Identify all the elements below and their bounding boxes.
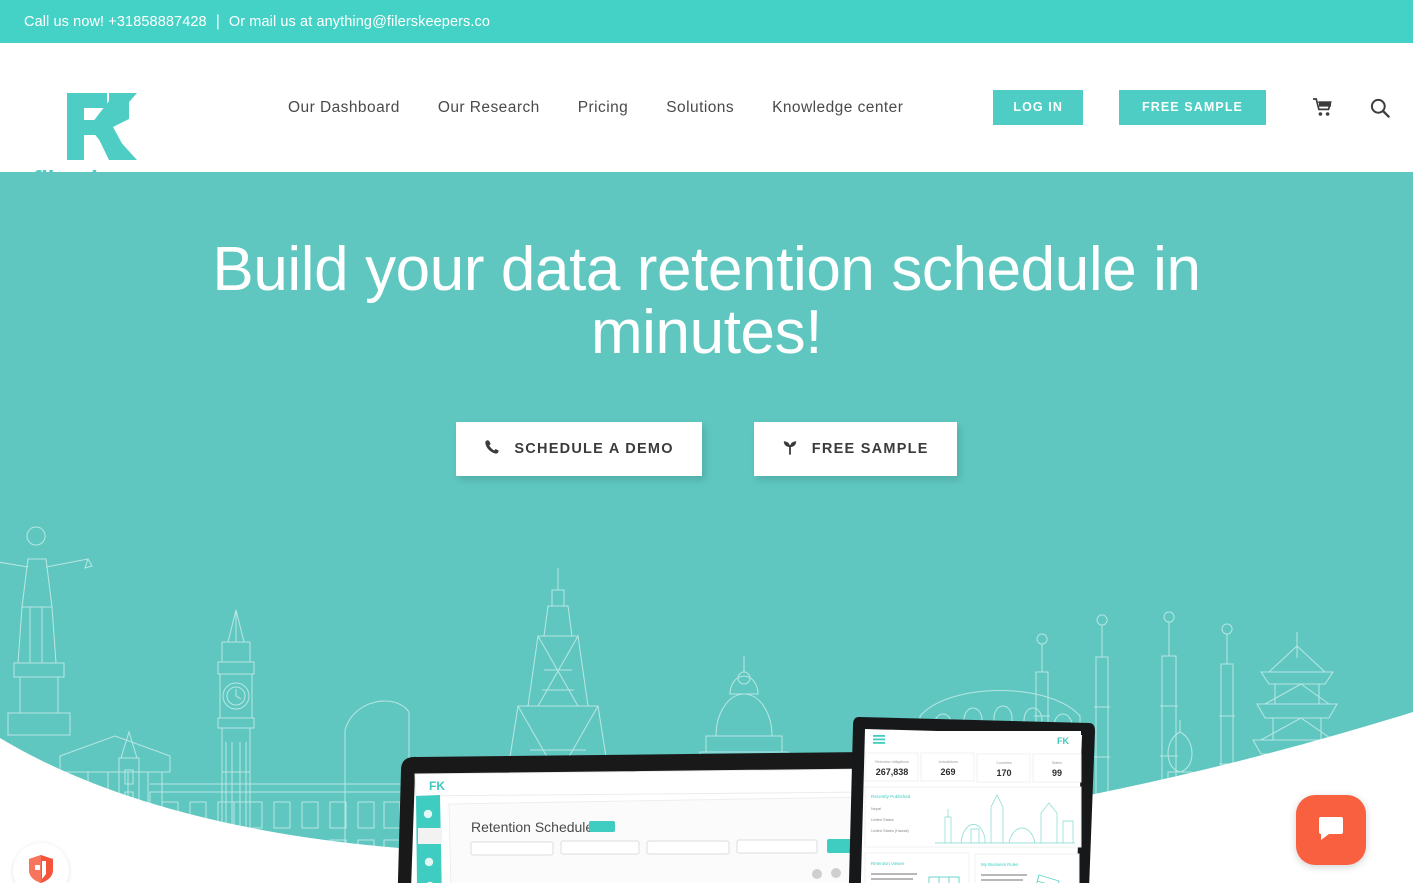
nav-item-solutions[interactable]: Solutions	[666, 99, 734, 117]
hero-content: Build your data retention schedule in mi…	[0, 172, 1413, 476]
shield-badge-icon	[28, 854, 54, 883]
cart-icon[interactable]	[1308, 93, 1338, 123]
tablet-device-mockup: FK Retention obligations Jurisdictions C…	[845, 717, 1095, 883]
svg-text:Retention Viewer: Retention Viewer	[871, 861, 905, 866]
topbar-separator: |	[215, 12, 220, 30]
trust-badge[interactable]	[13, 843, 69, 883]
svg-text:My Business Rules: My Business Rules	[981, 862, 1019, 867]
svg-text:United States (Hawaii): United States (Hawaii)	[871, 829, 910, 833]
contact-phone-text[interactable]: Call us now! +31858887428	[24, 14, 207, 30]
schedule-demo-label: SCHEDULE A DEMO	[514, 440, 674, 457]
nav-item-our-dashboard[interactable]: Our Dashboard	[288, 99, 400, 117]
seedling-icon	[782, 439, 798, 459]
chat-widget-button[interactable]	[1296, 795, 1366, 865]
laptop-device-mockup: FK Retention Schedule	[393, 752, 933, 883]
svg-text:Recently Published: Recently Published	[871, 794, 911, 799]
svg-text:FK: FK	[429, 779, 445, 793]
page-root: Call us now! +31858887428 | Or mail us a…	[0, 0, 1413, 883]
nav-item-pricing[interactable]: Pricing	[578, 99, 629, 117]
svg-text:99: 99	[1052, 768, 1062, 778]
svg-text:Nepal: Nepal	[871, 807, 881, 811]
main-navigation: Our Dashboard Our Research Pricing Solut…	[288, 43, 903, 172]
free-sample-button-hero[interactable]: FREE SAMPLE	[753, 422, 957, 476]
top-utility-bar: Call us now! +31858887428 | Or mail us a…	[0, 0, 1413, 43]
hero-cta-group: SCHEDULE A DEMO FREE SAMPLE	[0, 422, 1413, 476]
svg-text:FK: FK	[1057, 736, 1069, 746]
contact-mail-text[interactable]: Or mail us at anything@filerskeepers.co	[229, 14, 490, 30]
site-header: filerskeepers Our Dashboard Our Research…	[0, 43, 1413, 193]
svg-text:Retention obligations: Retention obligations	[875, 760, 909, 764]
search-icon[interactable]	[1365, 93, 1395, 123]
chat-bubble-icon	[1315, 812, 1347, 849]
login-button[interactable]: LOG IN	[993, 90, 1083, 125]
svg-text:170: 170	[996, 768, 1011, 778]
svg-text:Retention Schedule: Retention Schedule	[471, 819, 593, 835]
svg-text:267,838: 267,838	[876, 767, 909, 777]
svg-text:269: 269	[940, 767, 955, 777]
svg-text:States: States	[1052, 761, 1062, 765]
svg-text:United States: United States	[871, 818, 894, 822]
nav-item-knowledge-center[interactable]: Knowledge center	[772, 99, 903, 117]
nav-item-our-research[interactable]: Our Research	[438, 99, 540, 117]
svg-text:Countries: Countries	[996, 761, 1012, 765]
hero-section: Build your data retention schedule in mi…	[0, 172, 1413, 883]
free-sample-button-header[interactable]: FREE SAMPLE	[1119, 90, 1266, 125]
hero-title: Build your data retention schedule in mi…	[212, 235, 1201, 368]
schedule-demo-button[interactable]: SCHEDULE A DEMO	[456, 422, 702, 476]
svg-text:Jurisdictions: Jurisdictions	[938, 760, 958, 764]
fk-logo-icon	[33, 89, 173, 164]
phone-icon	[484, 439, 500, 459]
header-actions: LOG IN FREE SAMPLE	[993, 43, 1395, 172]
free-sample-label-hero: FREE SAMPLE	[811, 440, 929, 457]
